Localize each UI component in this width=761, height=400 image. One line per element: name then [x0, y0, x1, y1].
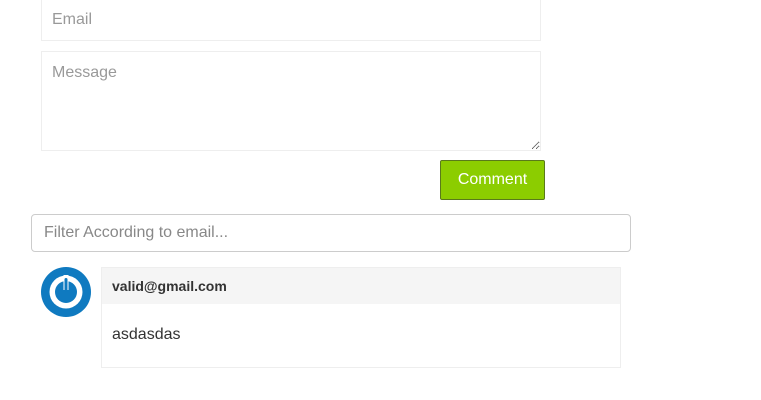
comment-card: valid@gmail.com asdasdas: [101, 267, 621, 368]
comment-author-email: valid@gmail.com: [112, 278, 227, 294]
email-field[interactable]: [41, 0, 541, 41]
comment-header: valid@gmail.com: [102, 268, 620, 304]
comment-page: Comment valid@gmail.com asdasdas: [0, 0, 761, 400]
filter-email-input[interactable]: [31, 214, 631, 252]
power-icon: [41, 267, 91, 317]
comment-button[interactable]: Comment: [440, 160, 545, 200]
comment-text: asdasdas: [112, 326, 181, 343]
message-field[interactable]: [41, 51, 541, 151]
avatar: [41, 267, 91, 317]
